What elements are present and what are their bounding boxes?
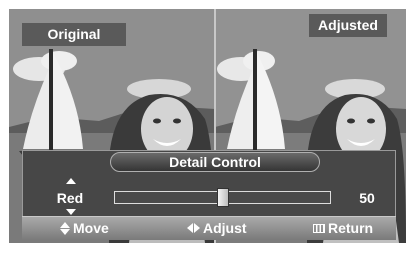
adjust-hint-label: Adjust (203, 220, 247, 236)
return-hint-label: Return (328, 220, 374, 236)
return-hint: Return (313, 220, 373, 236)
menu-title: Detail Control (110, 152, 320, 172)
item-label: Red (56, 190, 84, 206)
menu-icon (313, 223, 325, 233)
item-down-arrow-icon[interactable] (66, 209, 76, 215)
level-value: 50 (359, 190, 375, 206)
slider-thumb[interactable] (216, 188, 229, 207)
adjust-hint: Adjust (187, 220, 247, 236)
left-right-arrows-icon (187, 223, 200, 233)
move-hint-label: Move (73, 220, 109, 236)
move-hint: Move (60, 220, 109, 236)
tv-screen: Original Adjusted Detail Control Red 50 … (0, 0, 415, 253)
item-up-arrow-icon[interactable] (66, 178, 76, 184)
up-down-arrows-icon (60, 221, 70, 235)
original-label: Original (22, 23, 126, 46)
adjusted-label: Adjusted (309, 14, 387, 37)
